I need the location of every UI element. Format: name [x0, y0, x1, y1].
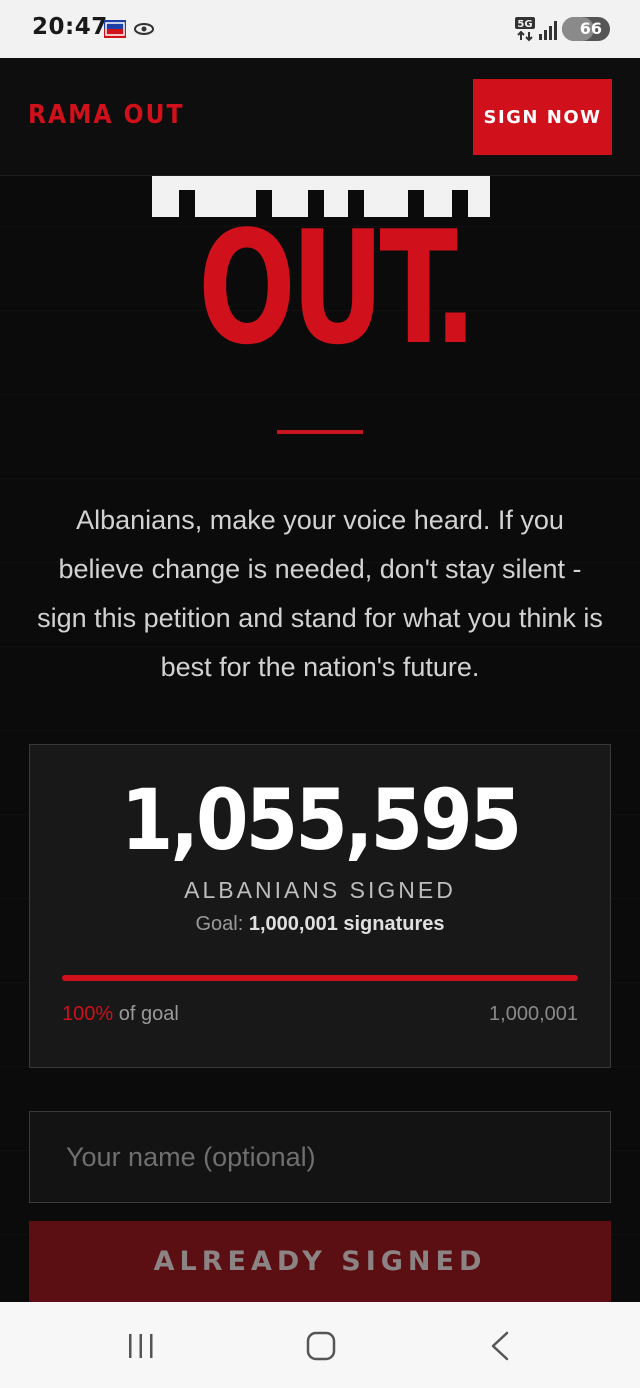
- goal-line: Goal: 1,000,001 signatures: [30, 913, 610, 936]
- home-icon[interactable]: [305, 1330, 337, 1362]
- progress-fill: [62, 975, 578, 981]
- percent-suffix: of goal: [118, 1003, 179, 1025]
- already-signed-button[interactable]: ALREADY SIGNED: [29, 1221, 611, 1302]
- goal-number: 1,000,001: [489, 1003, 578, 1025]
- intro-text: Albanians, make your voice heard. If you…: [37, 505, 603, 682]
- recent-apps-icon[interactable]: [126, 1332, 156, 1360]
- goal-prefix: Goal:: [195, 913, 244, 935]
- system-nav-bar: [0, 1302, 640, 1388]
- signal-icon: [539, 21, 557, 40]
- progress-bar: [62, 975, 578, 981]
- hero-title-bottom: OUT.: [198, 197, 477, 379]
- battery-icon: 66: [562, 17, 610, 41]
- news-app-icon: [104, 20, 126, 38]
- goal-value: 1,000,001 signatures: [248, 913, 445, 935]
- status-time: 20:47: [32, 14, 108, 40]
- battery-level: 66: [579, 19, 602, 38]
- signature-count: 1,055,595: [120, 771, 523, 869]
- name-input[interactable]: [29, 1111, 611, 1203]
- notification-app-icon: [134, 23, 154, 35]
- brand-logo[interactable]: RAMA OUT: [28, 100, 184, 130]
- page: RAMA OUT SIGN NOW OUT. Albanians, make y…: [0, 58, 640, 1302]
- hero-divider: [277, 430, 363, 434]
- percent-of-goal: 100% of goal: [62, 1003, 179, 1026]
- site-header: RAMA OUT SIGN NOW: [0, 58, 640, 176]
- percent-value: 100%: [62, 1003, 114, 1025]
- 5g-icon: 5G: [515, 17, 535, 42]
- back-icon[interactable]: [488, 1330, 512, 1362]
- status-bar: 20:47 5G 66: [0, 0, 640, 58]
- count-label: ALBANIANS SIGNED: [184, 877, 456, 903]
- sign-now-button[interactable]: SIGN NOW: [473, 79, 612, 155]
- svg-text:5G: 5G: [517, 19, 532, 30]
- stats-card: 1,055,595 ALBANIANS SIGNED Goal: 1,000,0…: [29, 744, 611, 1068]
